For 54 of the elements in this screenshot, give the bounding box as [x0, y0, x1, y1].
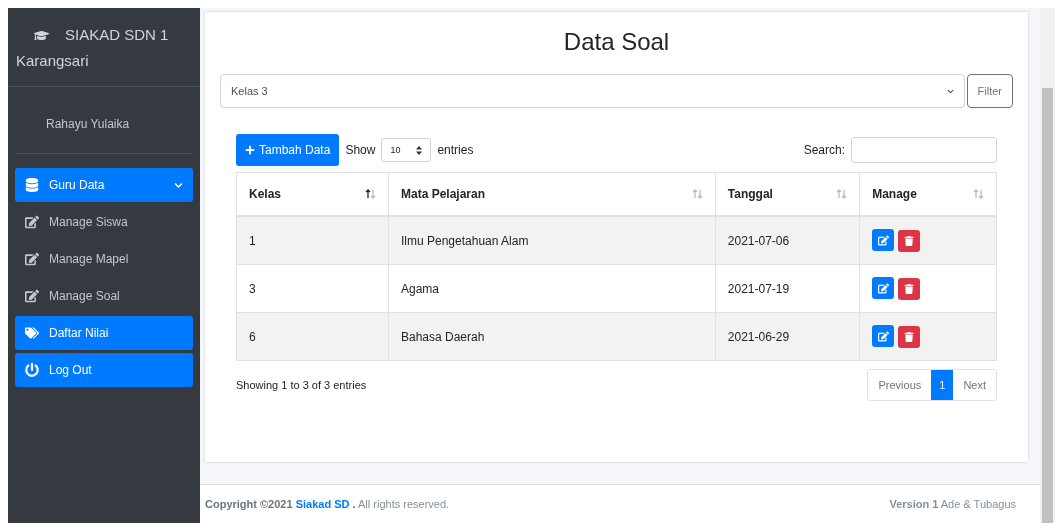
footer-link[interactable]: Siakad SD .	[295, 498, 356, 510]
edit-icon	[25, 289, 39, 303]
table-cell: 3	[236, 264, 389, 313]
table-cell: Bahasa Daerah	[388, 312, 716, 361]
database-icon	[25, 178, 39, 192]
table-cell: 2021-07-19	[715, 264, 860, 313]
sidebar-item[interactable]: Manage Soal	[15, 279, 193, 313]
entries-label: entries	[437, 143, 474, 157]
table-cell: 2021-06-29	[715, 312, 860, 361]
page-button[interactable]: 1	[931, 370, 954, 400]
trash-icon	[904, 283, 915, 294]
power-icon	[25, 363, 39, 377]
sidebar-item[interactable]: Guru Data	[15, 168, 193, 202]
sidebar-item[interactable]: Log Out	[15, 353, 193, 387]
delete-button[interactable]	[898, 325, 921, 348]
class-select[interactable]: Kelas 3	[220, 74, 965, 108]
edit-icon	[877, 282, 889, 294]
table-cell: Ilmu Pengetahuan Alam	[388, 216, 716, 265]
edit-icon	[25, 252, 39, 266]
entries-select[interactable]: 10	[381, 138, 432, 162]
sidebar-item[interactable]: Daftar Nilai	[15, 316, 193, 350]
edit-icon	[877, 234, 889, 246]
edit-icon	[877, 330, 889, 342]
page-title: Data Soal	[562, 28, 671, 56]
delete-button[interactable]	[898, 229, 921, 252]
edit-button[interactable]	[872, 229, 895, 252]
trash-icon	[904, 235, 915, 246]
scrollbar-thumb[interactable]	[1042, 88, 1053, 523]
entries-info: Showing 1 to 3 of 3 entries	[236, 379, 367, 391]
show-label: Show	[345, 143, 376, 157]
edit-button[interactable]	[872, 277, 895, 300]
trash-icon	[904, 331, 915, 342]
table-cell: Agama	[388, 264, 716, 313]
plus-icon	[245, 145, 255, 155]
filter-button[interactable]: Filter	[966, 74, 1013, 108]
table-cell: 2021-07-06	[715, 216, 860, 265]
chevron-icon	[946, 87, 954, 95]
version-text: Version 1 Ade & Tubagus	[889, 498, 1016, 510]
copyright-text: Copyright ©2021 Siakad SD . All rights reserved.	[205, 498, 450, 510]
stepper-icon	[416, 145, 423, 155]
sidebar-item[interactable]: Manage Siswa	[15, 205, 193, 239]
delete-button[interactable]	[898, 277, 921, 300]
brand-title: SIAKAD SDN 1	[65, 25, 169, 45]
tag-icon	[25, 326, 39, 340]
add-data-button[interactable]: Tambah Data	[236, 134, 340, 166]
table-cell: 6	[236, 312, 389, 361]
user-name[interactable]: Rahayu Yulaika	[46, 117, 130, 131]
edit-icon	[25, 215, 39, 229]
table-cell: 1	[236, 216, 389, 265]
edit-button[interactable]	[872, 325, 895, 348]
search-field[interactable]	[851, 137, 997, 163]
brand-title: Karangsari	[16, 51, 89, 71]
search-label: Search:	[803, 143, 845, 157]
sidebar-item[interactable]: Manage Mapel	[15, 242, 193, 276]
